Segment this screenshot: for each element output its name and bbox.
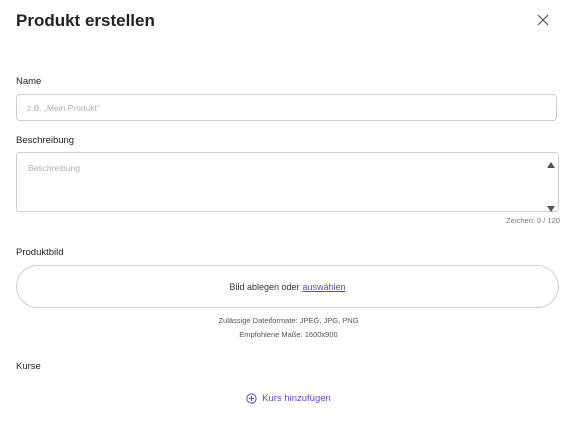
scroll-up-button[interactable] (546, 156, 556, 168)
select-file-link[interactable]: auswählen (303, 282, 346, 292)
courses-label: Kurse (16, 361, 41, 372)
name-input[interactable] (16, 94, 557, 121)
scroll-down-button[interactable] (546, 200, 556, 212)
image-label: Produktbild (16, 247, 64, 258)
description-textarea[interactable] (17, 153, 544, 211)
character-counter: Zeichen: 0 / 120 (506, 216, 560, 225)
description-label: Beschreibung (16, 135, 75, 146)
triangle-down-icon (547, 206, 555, 212)
size-hint: Empfohlene Maße: 1600x900 (239, 330, 338, 339)
dialog-title: Produkt erstellen (16, 11, 155, 30)
add-course-label: Kurs hinzufügen (262, 393, 331, 404)
close-button[interactable] (535, 12, 551, 28)
triangle-up-icon (547, 162, 555, 168)
formats-hint: Zulässige Dateiformate: JPEG, JPG, PNG (218, 316, 359, 325)
image-dropzone[interactable]: Bild ablegen oder auswählen (16, 265, 559, 308)
name-label: Name (16, 76, 42, 87)
plus-circle-icon (246, 393, 257, 404)
dropzone-text: Bild ablegen oder (229, 281, 300, 292)
description-field (16, 152, 559, 212)
add-course-button[interactable]: Kurs hinzufügen (0, 393, 577, 404)
close-icon (537, 14, 549, 26)
